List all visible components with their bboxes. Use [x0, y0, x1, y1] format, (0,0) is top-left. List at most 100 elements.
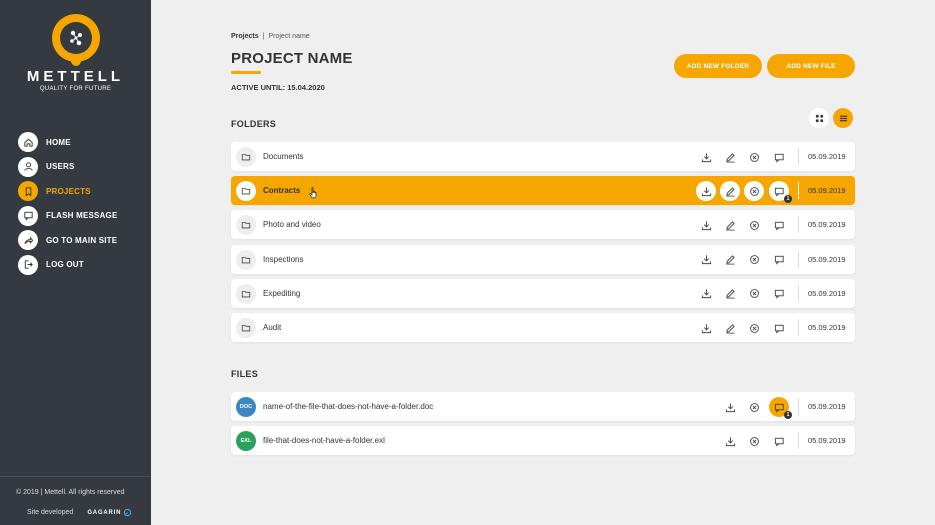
delete-button[interactable]	[744, 250, 764, 270]
row-actions: 1	[231, 397, 792, 419]
row-divider	[798, 398, 799, 415]
download-button[interactable]	[696, 181, 716, 202]
edit-icon	[725, 254, 736, 265]
folder-row[interactable]: Contracts 1 05.09.2019	[231, 176, 855, 206]
message-button[interactable]	[769, 215, 789, 235]
logout-icon	[18, 254, 38, 275]
message-button[interactable]: 1	[769, 397, 792, 419]
nav-item-main-site[interactable]: GO TO MAIN SITE	[18, 228, 118, 253]
row-divider	[798, 148, 799, 165]
row-date: 05.09.2019	[808, 402, 846, 411]
message-button[interactable]	[769, 250, 789, 270]
edit-button[interactable]	[720, 181, 740, 202]
developer-logo[interactable]: GAGARIN	[87, 510, 121, 516]
message-button[interactable]	[769, 431, 789, 451]
row-date: 05.09.2019	[808, 220, 846, 230]
message-button[interactable]	[769, 284, 789, 304]
row-divider	[798, 319, 799, 336]
delete-button[interactable]	[744, 284, 764, 304]
share-icon	[18, 230, 38, 251]
page-title: PROJECT NAME	[231, 50, 353, 67]
row-date: 05.09.2019	[808, 186, 846, 196]
nav-item-users[interactable]: USERS	[18, 155, 118, 180]
download-button[interactable]	[696, 250, 716, 270]
row-divider	[798, 432, 799, 449]
nav-item-logout[interactable]: LOG OUT	[18, 253, 118, 278]
delete-button[interactable]	[744, 181, 764, 202]
folder-row[interactable]: Audit 05.09.2019	[231, 313, 855, 342]
download-button[interactable]	[696, 215, 716, 235]
folder-row[interactable]: Documents 05.09.2019	[231, 142, 855, 171]
edit-icon	[725, 152, 736, 163]
message-button[interactable]	[769, 318, 789, 338]
row-actions	[231, 215, 791, 235]
add-new-folder-button[interactable]: ADD NEW FOLDER	[674, 54, 762, 78]
row-actions	[231, 250, 791, 270]
sidebar-divider	[0, 476, 151, 477]
download-button[interactable]	[696, 284, 716, 304]
developed-label: Site developed	[27, 509, 74, 516]
nav-item-home[interactable]: HOME	[18, 130, 118, 155]
file-row[interactable]: EXL file-that-does-not-have-a-folder.exl 0…	[231, 426, 855, 455]
edit-button[interactable]	[720, 284, 740, 304]
folder-row[interactable]: Expediting 05.09.2019	[231, 278, 855, 308]
list-view-toggle[interactable]	[833, 108, 853, 128]
message-icon	[774, 186, 785, 197]
list-icon	[839, 115, 847, 121]
files-heading: FILES	[231, 369, 259, 379]
sidebar: METTELL QUALITY FOR FUTURE HOME USERS PR…	[0, 0, 151, 525]
file-row[interactable]: DOC name-of-the-file-that-does-not-have-a…	[231, 392, 855, 421]
remove-icon	[749, 288, 760, 299]
download-icon	[701, 220, 712, 231]
download-icon	[701, 254, 712, 265]
edit-button[interactable]	[720, 318, 740, 338]
delete-button[interactable]	[744, 147, 764, 167]
message-icon	[774, 152, 785, 163]
download-icon	[725, 436, 736, 447]
row-actions	[231, 431, 791, 451]
message-icon	[774, 402, 785, 413]
home-icon	[18, 132, 38, 153]
row-date: 05.09.2019	[808, 288, 846, 298]
developer-logo-icon	[124, 508, 132, 517]
breadcrumb-projects[interactable]: Projects	[231, 33, 259, 40]
developer-credit: Site developed GAGARIN	[27, 508, 132, 517]
delete-button[interactable]	[744, 215, 764, 235]
user-icon	[18, 156, 38, 177]
message-icon	[774, 220, 785, 231]
edit-button[interactable]	[720, 215, 740, 235]
download-button[interactable]	[720, 431, 740, 451]
message-button[interactable]	[769, 147, 789, 167]
delete-button[interactable]	[744, 397, 764, 417]
main-nav: HOME USERS PROJECTS FLASH MESSAGE GO TO …	[18, 130, 118, 277]
bookmark-icon	[18, 181, 38, 202]
nav-item-flash-message[interactable]: FLASH MESSAGE	[18, 204, 118, 229]
download-button[interactable]	[720, 397, 740, 417]
nav-label: FLASH MESSAGE	[46, 211, 118, 221]
logo-icon	[52, 14, 100, 66]
remove-icon	[749, 323, 760, 334]
edit-icon	[725, 288, 736, 299]
folder-row[interactable]: Inspections 05.09.2019	[231, 244, 855, 274]
edit-button[interactable]	[720, 250, 740, 270]
row-divider	[798, 284, 799, 302]
row-divider	[798, 216, 799, 234]
grid-icon	[815, 114, 823, 122]
add-new-file-button[interactable]: ADD NEW FILE	[767, 54, 855, 78]
message-button[interactable]: 1	[769, 181, 792, 204]
grid-view-toggle[interactable]	[809, 108, 829, 128]
row-date: 05.09.2019	[808, 436, 846, 445]
folder-row[interactable]: Photo and video 05.09.2019	[231, 210, 855, 240]
delete-button[interactable]	[744, 431, 764, 451]
download-button[interactable]	[696, 318, 716, 338]
delete-button[interactable]	[744, 318, 764, 338]
row-divider	[798, 250, 799, 268]
row-actions	[231, 284, 791, 304]
edit-button[interactable]	[720, 147, 740, 167]
breadcrumb-separator: |	[262, 33, 265, 40]
row-date: 05.09.2019	[808, 152, 846, 161]
active-until: ACTIVE UNTIL: 15.04.2020	[231, 83, 325, 92]
download-button[interactable]	[696, 147, 716, 167]
nav-item-projects[interactable]: PROJECTS	[18, 179, 118, 204]
remove-icon	[749, 220, 760, 231]
